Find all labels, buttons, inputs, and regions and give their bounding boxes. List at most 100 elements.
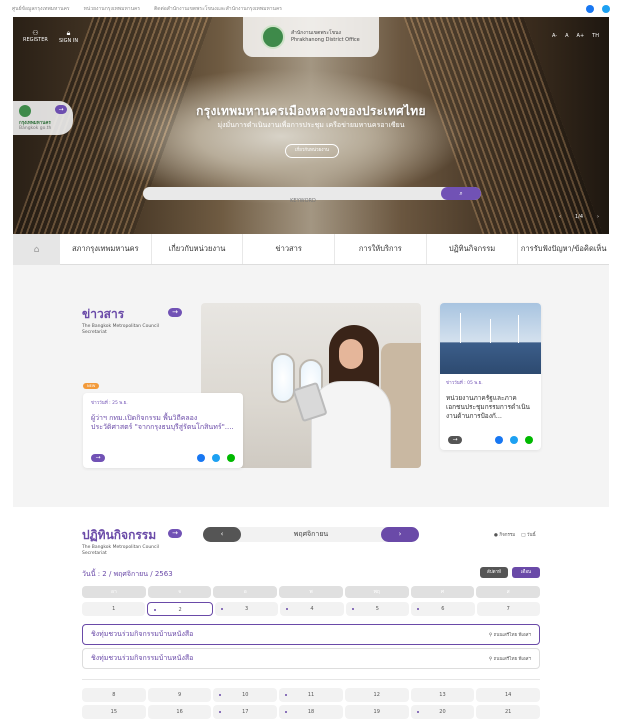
week-view-button[interactable]: สัปดาห์	[480, 567, 508, 578]
view-toggle: ● กิจกรรม □ วันนี้	[494, 531, 536, 538]
slide-prev-button[interactable]: ‹	[559, 214, 561, 220]
month-prev-button[interactable]: ‹	[203, 527, 241, 542]
twitter-icon[interactable]	[510, 436, 518, 444]
language-switch[interactable]: TH	[592, 33, 599, 39]
event-dot	[286, 608, 289, 610]
nav-item-council[interactable]: สภากรุงเทพมหานคร	[60, 234, 152, 264]
day-number: 3	[244, 606, 249, 612]
nav-item-news[interactable]: ข่าวสาร	[243, 234, 336, 264]
calendar-day[interactable]: 4	[280, 602, 344, 616]
line-icon[interactable]	[227, 454, 235, 462]
home-icon: ⌂	[33, 244, 40, 255]
calendar-day[interactable]: 20	[410, 705, 475, 719]
calendar-day[interactable]: 17	[213, 705, 278, 719]
nav-item-about[interactable]: เกี่ยวกับหน่วยงาน	[152, 234, 244, 264]
news-side-card[interactable]: ข่าววันที่ : 05 พ.ย. หน่วยงานภาครัฐและภา…	[440, 303, 541, 450]
top-link[interactable]: ศูนย์ข้อมูลกรุงเทพมหานคร	[12, 5, 70, 13]
event-dot	[219, 711, 222, 713]
calendar-day[interactable]: 8	[82, 688, 146, 702]
calendar-day[interactable]: 12	[344, 688, 409, 702]
event-item[interactable]: ชิงทุ่มชวนร่วมกิจกรรมบ้านหนังสือ ⚲ ถนนเส…	[82, 624, 540, 645]
chevron-left-icon: ‹	[220, 530, 224, 538]
calendar-day[interactable]: 21	[476, 705, 541, 719]
side-card-body: ข่าววันที่ : 05 พ.ย. หน่วยงานภาครัฐและภา…	[440, 374, 541, 425]
nav-item-services[interactable]: การให้บริการ	[335, 234, 427, 264]
register-link[interactable]: ⚇ REGISTER	[23, 29, 48, 43]
top-bar: ศูนย์ข้อมูลกรุงเทพมหานคร หน่วยงานกรุงเทพ…	[0, 0, 622, 17]
calendar-day-selected[interactable]: 2	[147, 602, 213, 616]
font-controls: A- A A+ TH	[552, 33, 599, 39]
calendar-day[interactable]: 11	[279, 688, 343, 702]
calendar-day[interactable]: 6	[411, 602, 475, 616]
arrow-right-icon: →	[172, 308, 178, 316]
font-decrease[interactable]: A-	[552, 33, 557, 39]
calendar-day[interactable]: 15	[82, 705, 146, 719]
turbine-shape	[518, 315, 519, 343]
weekday: ส	[476, 586, 541, 598]
calendar-day[interactable]: 18	[279, 705, 343, 719]
activities-more-button[interactable]: →	[168, 529, 182, 538]
chevron-right-icon: ›	[398, 530, 402, 538]
calendar-week: 1 2 3 4 5 6 7	[82, 602, 540, 616]
event-dot	[154, 609, 157, 611]
font-increase[interactable]: A+	[577, 33, 585, 39]
about-button[interactable]: เกี่ยวกับหน่วยงาน	[285, 144, 339, 158]
event-location-text: ถนนเสรีไทย พีเอสฯ	[493, 633, 531, 638]
nav-item-calendar[interactable]: ปฏิทินกิจกรรม	[427, 234, 519, 264]
slide-next-button[interactable]: ›	[597, 214, 599, 220]
office-logo[interactable]: สำนักงานเขตพระโขนง Phrakhanong District …	[243, 17, 379, 57]
share-icons	[495, 436, 533, 444]
top-link[interactable]: ติดต่อสำนักงานเขตพระโขนงและสำนักงานกรุงเ…	[154, 5, 282, 13]
event-location: ⚲ ถนนเสรีไทย พีเอสฯ	[489, 655, 531, 662]
facebook-icon[interactable]	[197, 454, 205, 462]
month-view-button[interactable]: เดือน	[512, 567, 540, 578]
top-social	[586, 4, 610, 13]
twitter-icon[interactable]	[212, 454, 220, 462]
calendar-day[interactable]: 13	[410, 688, 475, 702]
read-more-button[interactable]: →	[91, 454, 105, 462]
person-body	[311, 381, 391, 468]
event-item[interactable]: ชิงทุ่มชวนร่วมกิจกรรมบ้านหนังสือ ⚲ ถนนเส…	[82, 648, 540, 669]
search-button[interactable]: ⌕	[441, 187, 481, 200]
office-name: สำนักงานเขตพระโขนง Phrakhanong District …	[291, 30, 360, 44]
facebook-icon[interactable]	[495, 436, 503, 444]
nav-item-feedback[interactable]: การรับฟังปัญหา/ข้อคิดเห็น	[518, 234, 609, 264]
signin-link[interactable]: 🔒︎ SIGN IN	[59, 29, 78, 44]
calendar-day[interactable]: 7	[476, 602, 540, 616]
news-section: ข่าวสาร → The Bangkok Metropolitan Counc…	[13, 265, 609, 507]
home-button[interactable]: ⌂	[13, 234, 60, 265]
calendar-day[interactable]: 9	[147, 688, 212, 702]
calendar-day[interactable]: 3	[214, 602, 279, 616]
day-number: 19	[373, 709, 380, 715]
twitter-icon[interactable]	[602, 4, 610, 13]
top-link[interactable]: หน่วยงานกรุงเทพมหานคร	[84, 5, 140, 13]
news-headline[interactable]: หน่วยงานภาครัฐและภาคเอกชนประชุมกรรมการดำ…	[446, 394, 535, 420]
calendar-day[interactable]: 16	[147, 705, 212, 719]
month-next-button[interactable]: ›	[381, 527, 419, 542]
slide-counter: 1/4	[574, 214, 583, 220]
day-number: 13	[439, 692, 446, 698]
news-main-card[interactable]: ข่าววันที่ : 25 พ.ย. ผู้ว่าฯ กทม.เปิดกิจ…	[83, 393, 243, 468]
calendar-day[interactable]: 19	[344, 705, 409, 719]
day-number: 15	[110, 709, 118, 715]
calendar-day[interactable]: 14	[476, 688, 541, 702]
calendar-day[interactable]: 5	[345, 602, 410, 616]
event-dot	[417, 608, 420, 610]
calendar-day[interactable]: 10	[213, 688, 278, 702]
news-subtitle: The Bangkok Metropolitan Council Secreta…	[82, 324, 159, 336]
view-option-activity[interactable]: ● กิจกรรม	[494, 531, 515, 538]
calendar-week: 15 16 17 18 19 20 21	[82, 705, 541, 719]
view-option-today[interactable]: □ วันนี้	[521, 531, 535, 538]
news-more-button[interactable]: →	[168, 308, 182, 317]
facebook-icon[interactable]	[586, 4, 594, 13]
read-more-button[interactable]: →	[448, 436, 462, 444]
weekday: พฤ	[344, 586, 409, 598]
page: ศูนย์ข้อมูลกรุงเทพมหานคร หน่วยงานกรุงเทพ…	[0, 0, 622, 726]
day-number: 6	[441, 606, 445, 612]
news-date: ข่าววันที่ : 05 พ.ย.	[446, 381, 483, 386]
news-headline[interactable]: ผู้ว่าฯ กทม.เปิดกิจกรรม พื้นวิถีคลอง ประ…	[91, 414, 235, 433]
font-normal[interactable]: A	[565, 33, 568, 39]
search-input[interactable]	[143, 194, 443, 208]
calendar-day[interactable]: 1	[82, 602, 146, 616]
line-icon[interactable]	[525, 436, 533, 444]
